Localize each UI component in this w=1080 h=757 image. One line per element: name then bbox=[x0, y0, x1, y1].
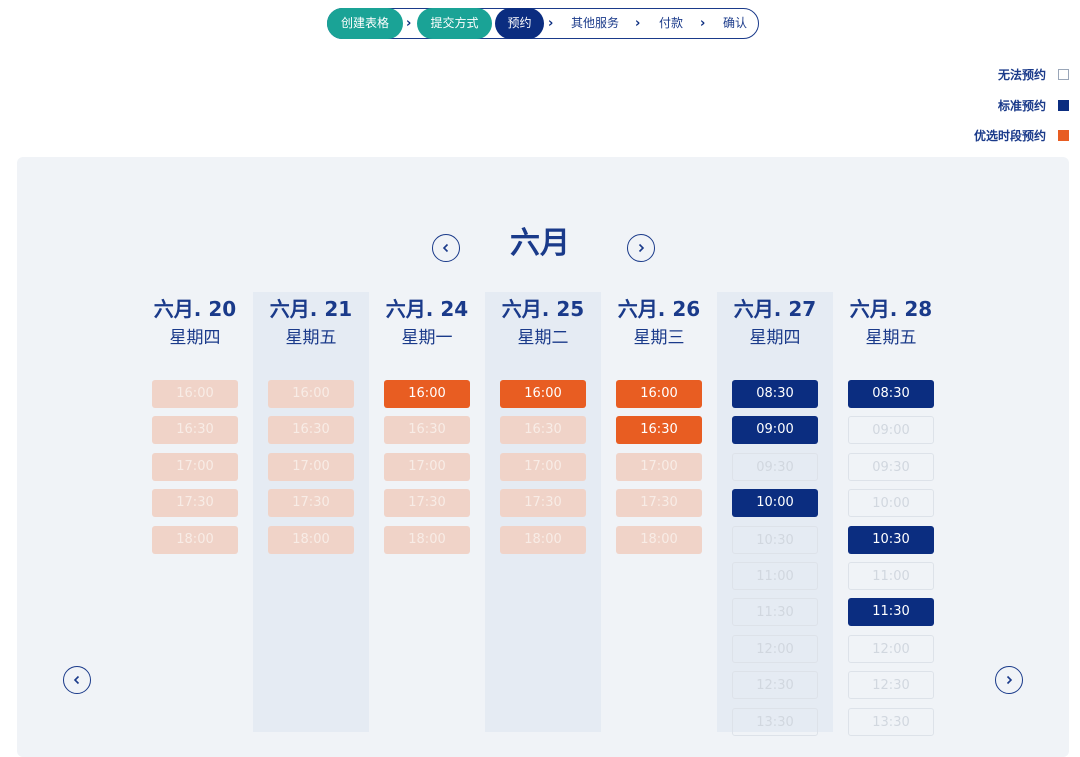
time-slot: 18:00 bbox=[152, 526, 238, 554]
time-slot: 09:30 bbox=[732, 453, 818, 481]
step-appointment[interactable]: 预约 bbox=[495, 8, 544, 39]
time-slot: 17:00 bbox=[616, 453, 702, 481]
progress-stepper: 创建表格 › 提交方式 预约 › 其他服务 › 付款 › 确认 bbox=[327, 8, 759, 39]
time-slot: 12:30 bbox=[732, 671, 818, 699]
chevron-left-icon bbox=[73, 675, 80, 685]
time-slot: 13:30 bbox=[732, 708, 818, 736]
chevron-right-icon: › bbox=[635, 16, 641, 31]
time-slot[interactable]: 09:00 bbox=[732, 416, 818, 444]
day-column: 六月. 26 星期三 16:00 16:30 17:00 17:30 18:00 bbox=[601, 292, 717, 732]
legend-unavailable: 无法预约 bbox=[998, 66, 1069, 82]
time-slot: 17:30 bbox=[616, 489, 702, 517]
time-slot: 18:00 bbox=[616, 526, 702, 554]
step-other-services[interactable]: 其他服务 bbox=[571, 8, 619, 39]
time-slot: 13:30 bbox=[848, 708, 934, 736]
time-slot: 17:00 bbox=[500, 453, 586, 481]
month-title: 六月 bbox=[510, 226, 570, 261]
day-column: 六月. 25 星期二 16:00 16:30 17:00 17:30 18:00 bbox=[485, 292, 601, 732]
day-column: 六月. 28 星期五 08:30 09:00 09:30 10:00 10:30 11:00 1… bbox=[833, 292, 949, 736]
next-month-button[interactable] bbox=[627, 234, 655, 262]
day-weekday: 星期五 bbox=[865, 328, 917, 348]
time-slot: 18:00 bbox=[268, 526, 354, 554]
legend-preferred-swatch bbox=[1058, 129, 1069, 141]
legend-unavailable-label: 无法预约 bbox=[997, 67, 1046, 82]
time-slot: 18:00 bbox=[384, 526, 470, 554]
day-column: 六月. 21 星期五 16:00 16:30 17:00 17:30 18:00 bbox=[253, 292, 369, 732]
chevron-right-icon: › bbox=[548, 16, 554, 31]
time-slot: 16:30 bbox=[152, 416, 238, 444]
time-slot: 16:30 bbox=[384, 416, 470, 444]
time-slot: 17:30 bbox=[268, 489, 354, 517]
chevron-left-icon bbox=[442, 243, 449, 253]
time-slot: 16:00 bbox=[152, 380, 238, 408]
time-slot[interactable]: 16:00 bbox=[500, 380, 586, 408]
time-slot[interactable]: 08:30 bbox=[848, 380, 934, 408]
prev-week-button[interactable] bbox=[63, 666, 91, 694]
time-slot: 17:00 bbox=[268, 453, 354, 481]
day-column: 六月. 27 星期四 08:30 09:00 09:30 10:00 10:30 11:00 1… bbox=[717, 292, 833, 736]
chevron-right-icon: › bbox=[700, 16, 706, 31]
day-date: 六月. 21 bbox=[269, 297, 353, 321]
legend-preferred-label: 优选时段预约 bbox=[973, 128, 1046, 143]
time-slot: 11:00 bbox=[732, 562, 818, 590]
time-slot[interactable]: 16:00 bbox=[384, 380, 470, 408]
time-slot: 17:00 bbox=[384, 453, 470, 481]
time-slot: 17:30 bbox=[384, 489, 470, 517]
step-payment[interactable]: 付款 bbox=[659, 8, 683, 39]
prev-month-button[interactable] bbox=[432, 234, 460, 262]
day-weekday: 星期四 bbox=[749, 328, 801, 348]
day-weekday: 星期一 bbox=[401, 328, 453, 348]
time-slot[interactable]: 11:30 bbox=[848, 598, 934, 626]
day-weekday: 星期四 bbox=[169, 328, 221, 348]
time-slot: 11:30 bbox=[732, 598, 818, 626]
legend-standard-swatch bbox=[1058, 99, 1069, 111]
next-week-button[interactable] bbox=[995, 666, 1023, 694]
time-slot: 17:30 bbox=[152, 489, 238, 517]
time-slot: 18:00 bbox=[500, 526, 586, 554]
time-slot[interactable]: 16:30 bbox=[616, 416, 702, 444]
time-slot[interactable]: 10:30 bbox=[848, 526, 934, 554]
time-slot: 16:00 bbox=[268, 380, 354, 408]
legend-unavailable-swatch bbox=[1058, 68, 1069, 80]
step-submission-method[interactable]: 提交方式 bbox=[417, 8, 492, 39]
chevron-right-icon bbox=[1006, 675, 1013, 685]
chevron-right-icon: › bbox=[406, 16, 412, 31]
time-slot: 17:30 bbox=[500, 489, 586, 517]
legend-standard: 标准预约 bbox=[998, 97, 1069, 113]
time-slot[interactable]: 10:00 bbox=[732, 489, 818, 517]
day-date: 六月. 28 bbox=[849, 297, 933, 321]
day-column: 六月. 20 星期四 16:00 16:30 17:00 17:30 18:00 bbox=[137, 292, 253, 732]
time-slot: 12:30 bbox=[848, 671, 934, 699]
time-slot: 09:30 bbox=[848, 453, 934, 481]
time-slot: 09:00 bbox=[848, 416, 934, 444]
time-slot: 12:00 bbox=[732, 635, 818, 663]
day-date: 六月. 24 bbox=[385, 297, 469, 321]
day-date: 六月. 26 bbox=[617, 297, 701, 321]
day-weekday: 星期五 bbox=[285, 328, 337, 348]
legend-preferred: 优选时段预约 bbox=[974, 127, 1069, 143]
time-slot[interactable]: 16:00 bbox=[616, 380, 702, 408]
day-date: 六月. 20 bbox=[153, 297, 237, 321]
time-slot: 16:30 bbox=[268, 416, 354, 444]
legend-standard-label: 标准预约 bbox=[997, 98, 1046, 113]
time-slot: 17:00 bbox=[152, 453, 238, 481]
day-date: 六月. 27 bbox=[733, 297, 817, 321]
day-weekday: 星期二 bbox=[517, 328, 569, 348]
day-weekday: 星期三 bbox=[633, 328, 685, 348]
time-slot[interactable]: 08:30 bbox=[732, 380, 818, 408]
chevron-right-icon bbox=[638, 243, 645, 253]
time-slot: 16:30 bbox=[500, 416, 586, 444]
time-slot: 12:00 bbox=[848, 635, 934, 663]
step-confirm[interactable]: 确认 bbox=[723, 8, 747, 39]
day-date: 六月. 25 bbox=[501, 297, 585, 321]
day-column: 六月. 24 星期一 16:00 16:30 17:00 17:30 18:00 bbox=[369, 292, 485, 732]
time-slot: 11:00 bbox=[848, 562, 934, 590]
step-create-form[interactable]: 创建表格 bbox=[327, 8, 403, 39]
time-slot: 10:00 bbox=[848, 489, 934, 517]
time-slot: 10:30 bbox=[732, 526, 818, 554]
